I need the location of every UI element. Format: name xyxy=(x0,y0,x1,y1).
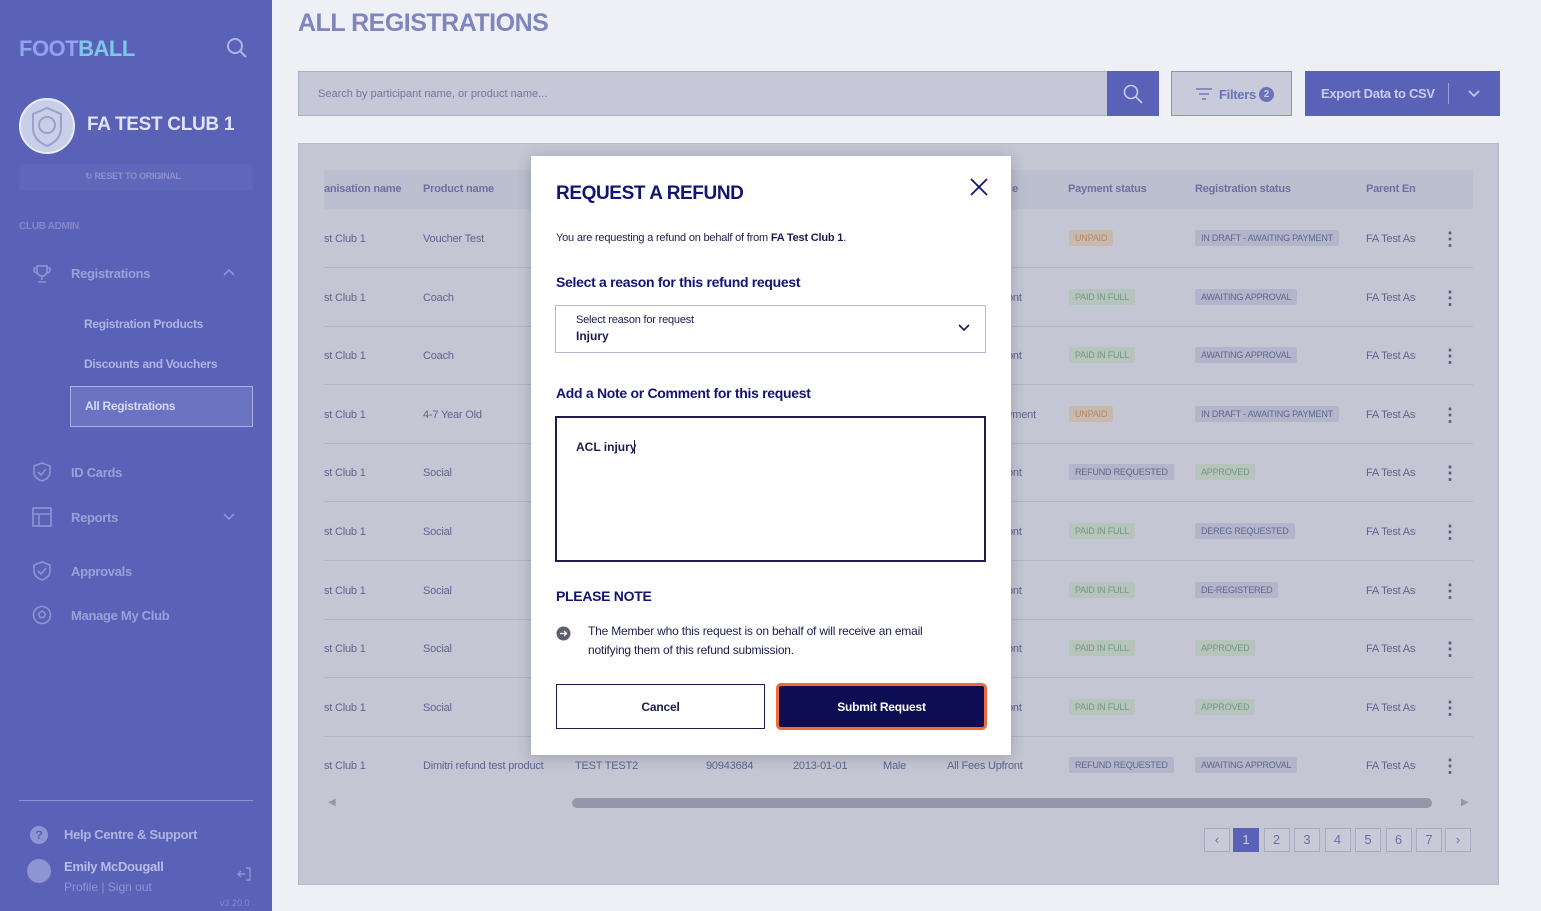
chevron-down-icon xyxy=(958,324,970,332)
intro-club: FA Test Club 1 xyxy=(770,232,844,244)
reason-select-label: Select reason for request xyxy=(576,314,694,326)
reason-select[interactable]: Select reason for request Injury xyxy=(555,305,986,353)
modal-intro: You are requesting a refund on behalf of… xyxy=(556,232,846,244)
note-textarea[interactable]: ACL injury xyxy=(555,416,986,562)
note-heading: Add a Note or Comment for this request xyxy=(556,385,811,401)
close-icon[interactable] xyxy=(968,176,990,198)
intro-prefix: You are requesting a refund on behalf of… xyxy=(556,232,771,244)
text-caret xyxy=(634,440,635,454)
arrow-circle-icon xyxy=(556,626,571,641)
submit-request-button[interactable]: Submit Request xyxy=(776,683,987,730)
cancel-button[interactable]: Cancel xyxy=(556,684,765,729)
please-note-heading: PLEASE NOTE xyxy=(556,588,652,604)
reason-select-value: Injury xyxy=(576,329,609,343)
please-note-text: The Member who this request is on behalf… xyxy=(588,624,923,657)
reason-heading: Select a reason for this refund request xyxy=(556,274,801,290)
modal-title: REQUEST A REFUND xyxy=(556,183,744,204)
refund-modal: REQUEST A REFUND You are requesting a re… xyxy=(531,156,1011,755)
intro-suffix: . xyxy=(843,232,847,244)
note-text: ACL injury xyxy=(576,440,637,454)
